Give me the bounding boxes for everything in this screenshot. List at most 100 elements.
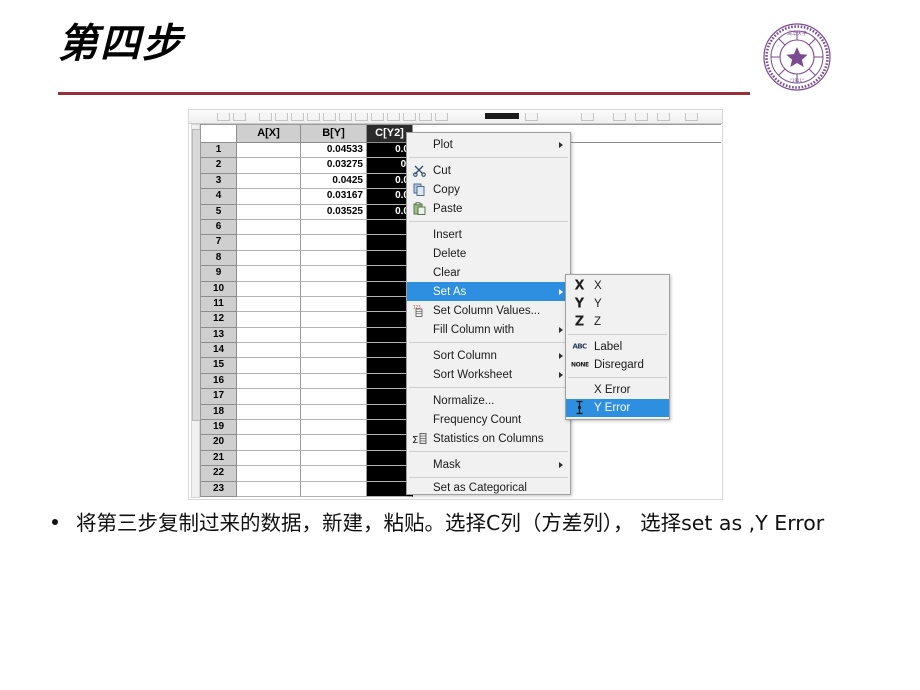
select-all-corner[interactable] — [201, 125, 237, 143]
worksheet-vertical-scrollbar[interactable] — [191, 124, 201, 498]
cell-column-a[interactable] — [237, 435, 301, 451]
toolbar-icon[interactable] — [307, 113, 320, 121]
toolbar-icon[interactable] — [387, 113, 400, 121]
menu-item-frequency-count[interactable]: Frequency Count — [407, 410, 570, 429]
cell-column-b[interactable] — [301, 389, 367, 405]
toolbar-icon[interactable] — [525, 113, 538, 121]
row-header-cell[interactable]: 12 — [201, 312, 237, 328]
cell-column-b[interactable]: 0.03525 — [301, 204, 367, 220]
cell-column-a[interactable] — [237, 312, 301, 328]
toolbar-icon[interactable] — [259, 113, 272, 121]
row-header-cell[interactable]: 11 — [201, 296, 237, 313]
set-as-submenu[interactable]: X X Y Y Z Z ABC Label NONE Disregard X Error Y Erro… — [565, 274, 670, 420]
cell-column-a[interactable] — [237, 158, 301, 174]
row-header-cell[interactable]: 16 — [201, 373, 237, 390]
row-header-cell[interactable]: 17 — [201, 389, 237, 405]
row-header-cell[interactable]: 18 — [201, 404, 237, 421]
cell-column-b[interactable]: 0.04533 — [301, 143, 367, 159]
cell-column-a[interactable] — [237, 450, 301, 467]
cell-column-b[interactable] — [301, 250, 367, 267]
menu-item-set-as[interactable]: Set As — [407, 282, 570, 301]
cell-column-b[interactable] — [301, 281, 367, 297]
submenu-item-y[interactable]: YY — [566, 295, 669, 313]
menu-item-set-as-categorical[interactable]: Set as Categorical — [407, 481, 570, 494]
cell-column-a[interactable] — [237, 143, 301, 159]
menu-item-cut[interactable]: Cut — [407, 161, 570, 180]
cell-column-b[interactable] — [301, 235, 367, 251]
column-context-menu[interactable]: Plot Cut Copy Paste Insert Delete Clear Set As 1… — [406, 132, 571, 495]
menu-item-plot[interactable]: Plot — [407, 135, 570, 154]
row-header-cell[interactable]: 21 — [201, 450, 237, 467]
row-header-cell[interactable]: 13 — [201, 327, 237, 344]
menu-item-copy[interactable]: Copy — [407, 180, 570, 199]
toolbar-icon[interactable] — [635, 113, 648, 121]
cell-column-a[interactable] — [237, 235, 301, 251]
menu-item-fill-column-with[interactable]: Fill Column with — [407, 320, 570, 339]
toolbar-icon[interactable] — [419, 113, 432, 121]
menu-item-clear[interactable]: Clear — [407, 263, 570, 282]
menu-item-statistics-on-columns[interactable]: Σ Statistics on Columns — [407, 429, 570, 448]
origin-toolbar[interactable] — [189, 110, 722, 124]
menu-item-set-column-values[interactable]: 123 Set Column Values... — [407, 301, 570, 320]
menu-item-sort-column[interactable]: Sort Column — [407, 346, 570, 365]
cell-column-a[interactable] — [237, 296, 301, 313]
cell-column-a[interactable] — [237, 404, 301, 421]
cell-column-b[interactable] — [301, 481, 367, 497]
cell-column-b[interactable]: 0.03275 — [301, 158, 367, 174]
menu-item-delete[interactable]: Delete — [407, 244, 570, 263]
toolbar-icon[interactable] — [275, 113, 288, 121]
cell-column-a[interactable] — [237, 281, 301, 297]
cell-column-b[interactable]: 0.0425 — [301, 173, 367, 190]
row-header-cell[interactable]: 9 — [201, 266, 237, 282]
row-header-cell[interactable]: 1 — [201, 143, 237, 159]
cell-column-a[interactable] — [237, 219, 301, 236]
toolbar-icon[interactable] — [217, 113, 230, 121]
menu-item-sort-worksheet[interactable]: Sort Worksheet — [407, 365, 570, 384]
row-header-cell[interactable]: 10 — [201, 281, 237, 297]
row-header-cell[interactable]: 6 — [201, 219, 237, 236]
row-header-cell[interactable]: 8 — [201, 250, 237, 267]
toolbar-icon[interactable] — [291, 113, 304, 121]
row-header-cell[interactable]: 15 — [201, 358, 237, 374]
toolbar-icon[interactable] — [435, 113, 448, 121]
cell-column-a[interactable] — [237, 420, 301, 436]
cell-column-b[interactable] — [301, 358, 367, 374]
menu-item-insert[interactable]: Insert — [407, 225, 570, 244]
row-header-cell[interactable]: 3 — [201, 173, 237, 190]
submenu-item-disregard[interactable]: NONE Disregard — [566, 356, 669, 374]
cell-column-b[interactable] — [301, 327, 367, 344]
cell-column-b[interactable] — [301, 466, 367, 482]
row-header-cell[interactable]: 20 — [201, 435, 237, 451]
cell-column-a[interactable] — [237, 204, 301, 220]
cell-column-a[interactable] — [237, 343, 301, 359]
row-header-cell[interactable]: 5 — [201, 204, 237, 220]
cell-column-b[interactable] — [301, 296, 367, 313]
cell-column-a[interactable] — [237, 189, 301, 205]
cell-column-b[interactable] — [301, 450, 367, 467]
toolbar-icon[interactable] — [685, 113, 698, 121]
toolbar-icon[interactable] — [403, 113, 416, 121]
row-header-cell[interactable]: 14 — [201, 343, 237, 359]
toolbar-icon[interactable] — [581, 113, 594, 121]
row-header-cell[interactable]: 19 — [201, 420, 237, 436]
submenu-item-label[interactable]: ABC Label — [566, 338, 669, 356]
cell-column-b[interactable] — [301, 435, 367, 451]
column-header-b[interactable]: B[Y] — [301, 125, 367, 143]
toolbar-icon[interactable] — [657, 113, 670, 121]
cell-column-a[interactable] — [237, 481, 301, 497]
cell-column-a[interactable] — [237, 389, 301, 405]
cell-column-a[interactable] — [237, 173, 301, 190]
submenu-item-z[interactable]: ZZ — [566, 313, 669, 331]
row-header-cell[interactable]: 4 — [201, 189, 237, 205]
row-header-cell[interactable]: 2 — [201, 158, 237, 174]
toolbar-icon[interactable] — [323, 113, 336, 121]
cell-column-b[interactable] — [301, 404, 367, 421]
cell-column-a[interactable] — [237, 466, 301, 482]
cell-column-a[interactable] — [237, 327, 301, 344]
submenu-item-x-error[interactable]: X Error — [566, 381, 669, 399]
cell-column-a[interactable] — [237, 266, 301, 282]
cell-column-b[interactable] — [301, 266, 367, 282]
toolbar-icon[interactable] — [233, 113, 246, 121]
cell-column-a[interactable] — [237, 358, 301, 374]
menu-item-normalize[interactable]: Normalize... — [407, 391, 570, 410]
